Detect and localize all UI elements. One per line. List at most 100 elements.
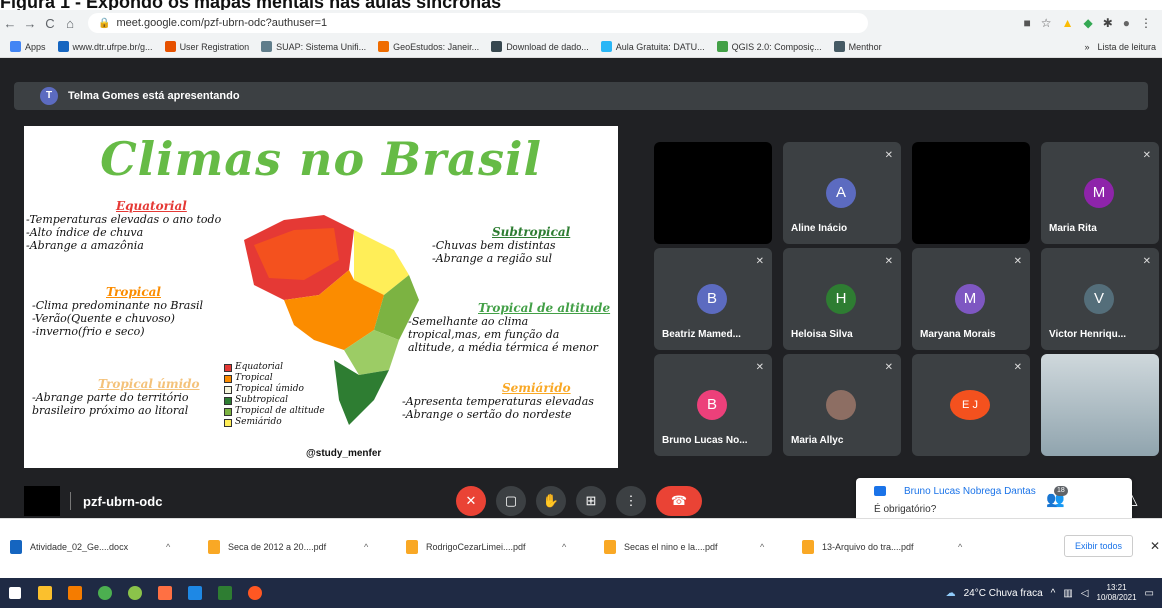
camera-icon[interactable]: ■	[1024, 16, 1031, 30]
bookmark-item[interactable]: SUAP: Sistema Unifi...	[261, 41, 366, 52]
chevron-up-icon[interactable]: ^	[364, 542, 368, 552]
extension-icon[interactable]: ◆	[1083, 16, 1092, 30]
legend-label: Equatorial	[235, 362, 283, 372]
download-item[interactable]: RodrigoCezarLimei....pdf ^	[396, 539, 594, 554]
start-icon[interactable]	[0, 578, 30, 608]
bookmark-item[interactable]: Menthor	[833, 41, 882, 52]
info-icon[interactable]: ⓘ	[1006, 490, 1021, 511]
chrome-icon[interactable]	[90, 578, 120, 608]
mic-muted-icon: ✕	[1142, 256, 1151, 267]
apps-grid-icon	[10, 41, 21, 52]
bookmark-favicon-icon	[600, 41, 612, 52]
url-text: meet.google.com/pzf-ubrn-odc?authuser=1	[116, 17, 328, 29]
bookmarks-right: » Lista de leitura	[1084, 42, 1162, 52]
participant-tile[interactable]	[654, 142, 772, 244]
people-count-badge: 18	[1054, 486, 1068, 496]
mic-muted-icon: ✕	[884, 256, 893, 267]
participant-tile[interactable]	[912, 142, 1030, 244]
show-all-downloads-button[interactable]: Exibir todos	[1064, 535, 1134, 557]
mic-muted-icon: ✕	[1142, 150, 1151, 161]
network-icon[interactable]: ▥	[1063, 588, 1072, 599]
leave-call-icon[interactable]: ☎	[656, 486, 702, 516]
drawing-app-icon[interactable]	[150, 578, 180, 608]
mic-muted-icon: ✕	[1013, 256, 1022, 267]
legend-entry: Tropical úmido	[224, 384, 325, 395]
map-legend: Equatorial Tropical Tropical úmido Subtropi…	[224, 362, 325, 428]
bookmark-item[interactable]: Download de dado...	[491, 41, 589, 52]
chevron-up-icon[interactable]: ^	[958, 542, 962, 552]
chevron-up-icon[interactable]: ^	[760, 542, 764, 552]
star-icon[interactable]: ☆	[1041, 16, 1052, 30]
file-explorer-icon[interactable]	[30, 578, 60, 608]
menu-icon[interactable]: ⋮	[1140, 16, 1152, 30]
present-icon[interactable]: ⊞	[576, 486, 606, 516]
raise-hand-icon[interactable]: ✋	[536, 486, 566, 516]
bookmarks-overflow[interactable]: »	[1084, 42, 1089, 52]
chat-panel-icon[interactable]: ▤	[1086, 490, 1100, 508]
participant-tile[interactable]: ✕ B Bruno Lucas No...	[654, 354, 772, 456]
reload-icon[interactable]: C	[40, 16, 60, 31]
participant-avatar: H	[826, 284, 856, 314]
download-item[interactable]: 13-Arquivo do tra....pdf ^	[792, 539, 990, 554]
close-downloads-icon[interactable]: ✕	[1150, 539, 1160, 553]
camera-icon[interactable]: ▢	[496, 486, 526, 516]
download-filename: Atividade_02_Ge....docx	[30, 541, 129, 552]
tray-expand-icon[interactable]: ^	[1051, 588, 1056, 599]
volume-icon[interactable]: ◁	[1081, 588, 1089, 599]
notifications-icon[interactable]: ▭	[1145, 588, 1154, 599]
extension-icons: ■ ☆ ▲ ◆ ✱ ● ⋮	[1024, 16, 1162, 30]
more-options-icon[interactable]: ⋮	[616, 486, 646, 516]
people-icon[interactable]: 👥 18	[1046, 486, 1068, 508]
equatorial-heading: Equatorial	[116, 199, 187, 213]
firefox-icon[interactable]	[240, 578, 270, 608]
bookmark-item[interactable]: Aula Gratuita: DATU...	[600, 41, 705, 52]
download-item[interactable]: Seca de 2012 a 20....pdf ^	[198, 539, 396, 554]
participant-tile[interactable]: ✕ H Heloisa Silva	[783, 248, 901, 350]
bookmark-item[interactable]: www.dtr.ufrpe.br/g...	[57, 41, 153, 52]
mic-off-icon[interactable]: ✕	[456, 486, 486, 516]
participant-tile[interactable]: ✕ V Victor Henriqu...	[1041, 248, 1159, 350]
qgis-icon[interactable]	[120, 578, 150, 608]
excel-icon[interactable]	[210, 578, 240, 608]
subtropical-block: Subtropical -Chuvas bem distintas -Abran…	[432, 226, 570, 266]
presenter-text: Telma Gomes está apresentando	[68, 90, 240, 102]
participant-tile[interactable]: ✕	[1041, 354, 1159, 456]
legend-label: Semiárido	[235, 417, 282, 427]
chevron-up-icon[interactable]: ^	[562, 542, 566, 552]
tropical-altitude-line: -Semelhante ao clima	[408, 315, 529, 328]
bookmark-item[interactable]: GeoEstudos: Janeir...	[378, 41, 479, 52]
participant-tile[interactable]: ✕ M Maryana Morais	[912, 248, 1030, 350]
puzzle-icon[interactable]: ✱	[1103, 16, 1113, 30]
drive-icon[interactable]: ▲	[1062, 16, 1074, 30]
participant-tile[interactable]: ✕ Maria Allyc	[783, 354, 901, 456]
clock[interactable]: 13:21 10/08/2021	[1097, 583, 1137, 603]
reading-list[interactable]: Lista de leitura	[1097, 42, 1156, 52]
participant-tile[interactable]: ✕ E J	[912, 354, 1030, 456]
address-bar[interactable]: 🔒 meet.google.com/pzf-ubrn-odc?authuser=…	[88, 13, 868, 33]
bookmark-item[interactable]: User Registration	[164, 41, 249, 52]
home-icon[interactable]: ⌂	[60, 16, 80, 31]
participant-name: Heloisa Silva	[791, 329, 853, 340]
weather-text[interactable]: 24°C Chuva fraca	[964, 588, 1043, 599]
chevron-up-icon[interactable]: ^	[166, 542, 170, 552]
download-item[interactable]: Atividade_02_Ge....docx ^	[0, 539, 198, 554]
participant-tile[interactable]: ✕ B Beatriz Mamed...	[654, 248, 772, 350]
activities-icon[interactable]: △	[1126, 490, 1138, 508]
bookmark-item[interactable]: Apps	[10, 41, 46, 52]
download-filename: RodrigoCezarLimei....pdf	[426, 541, 526, 552]
self-view-thumbnail[interactable]	[24, 486, 60, 516]
bookmark-item[interactable]: QGIS 2.0: Composiç...	[716, 41, 822, 52]
forward-icon[interactable]: →	[20, 16, 40, 31]
bookmark-label: QGIS 2.0: Composiç...	[731, 41, 822, 52]
participant-avatar: M	[955, 284, 985, 314]
weather-icon[interactable]: ☁	[946, 588, 956, 599]
download-item[interactable]: Secas el nino e la....pdf ^	[594, 539, 792, 554]
legend-label: Tropical úmido	[235, 384, 304, 394]
participant-tile[interactable]: ✕ M Maria Rita	[1041, 142, 1159, 244]
back-icon[interactable]: ←	[0, 16, 20, 31]
profile-icon[interactable]: ●	[1123, 16, 1130, 30]
participant-tile[interactable]: ✕ A Aline Inácio	[783, 142, 901, 244]
ppt-app-icon[interactable]	[60, 578, 90, 608]
participant-avatar: E J	[950, 390, 990, 420]
word-icon[interactable]	[180, 578, 210, 608]
